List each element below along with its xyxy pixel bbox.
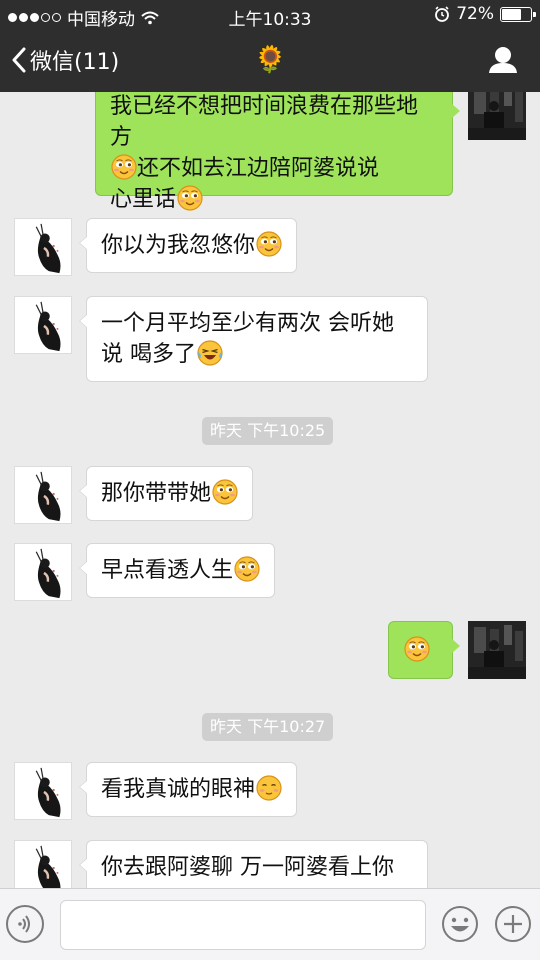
message-text: 说 喝多了	[101, 342, 196, 367]
message-bubble-incoming[interactable]: 那你带带她	[78, 466, 254, 521]
smirk-emoji-icon	[177, 185, 203, 211]
status-bar: 中国移动 上午10:33 72%	[0, 0, 540, 30]
smirk-emoji-icon	[111, 154, 137, 180]
message-bubble-incoming[interactable]: 你去跟阿婆聊 万一阿婆看上你	[79, 840, 428, 888]
back-label: 微信(11)	[30, 50, 120, 75]
contact-avatar[interactable]	[14, 840, 72, 888]
contact-avatar[interactable]	[14, 296, 72, 354]
status-right: 72%	[434, 4, 536, 24]
timestamp: 昨天 下午10:25	[202, 417, 334, 445]
message-text: 那你带带她	[101, 481, 212, 506]
smiley-icon[interactable]	[441, 905, 479, 943]
my-avatar[interactable]	[468, 92, 526, 140]
contact-avatar[interactable]	[14, 762, 72, 820]
battery-icon	[500, 6, 536, 22]
voice-icon	[18, 915, 30, 933]
message-text: 一个月平均至少有两次 会听她	[101, 311, 394, 336]
message-bubble-incoming[interactable]: 早点看透人生	[78, 543, 276, 598]
chevron-left-icon	[12, 47, 26, 73]
my-avatar[interactable]	[468, 621, 526, 679]
contact-avatar[interactable]	[14, 218, 72, 276]
smirk-emoji-icon	[212, 479, 238, 505]
shy-smile-emoji-icon	[256, 775, 282, 801]
smirk-emoji-icon	[404, 636, 430, 662]
chat-area[interactable]: 我已经不想把时间浪费在那些地方 还不如去江边陪阿婆说说 心里话 你以为我忽悠你 …	[0, 92, 540, 888]
voice-button[interactable]	[6, 905, 44, 943]
message-bubble-outgoing[interactable]	[388, 621, 460, 679]
smirk-emoji-icon	[256, 231, 282, 257]
plus-icon[interactable]	[494, 905, 532, 943]
battery-percent: 72%	[456, 4, 494, 24]
message-text: 你去跟阿婆聊 万一阿婆看上你	[101, 855, 394, 880]
message-text: 心里话	[110, 187, 177, 212]
person-icon	[489, 47, 517, 73]
message-bubble-incoming[interactable]: 一个月平均至少有两次 会听她 说 喝多了	[79, 296, 428, 382]
message-text: 你以为我忽悠你	[101, 233, 256, 258]
message-text: 我已经不想把时间浪费在那些地方	[110, 94, 419, 150]
message-text: 看我真诚的眼神	[101, 777, 256, 802]
chat-title-emoji: 🌻	[254, 45, 287, 75]
message-text: 还不如去江边陪阿婆说说	[137, 156, 380, 181]
back-button[interactable]: 微信(11)	[12, 44, 119, 76]
message-input[interactable]	[60, 900, 426, 950]
message-text: 早点看透人生	[101, 558, 234, 583]
laughing-crying-emoji-icon	[197, 340, 223, 366]
input-bar	[0, 888, 540, 960]
alarm-icon	[435, 6, 450, 22]
message-bubble-incoming[interactable]: 看我真诚的眼神	[78, 762, 298, 817]
timestamp: 昨天 下午10:27	[202, 713, 334, 741]
nav-bar: 微信(11) 🌻	[0, 30, 540, 92]
contact-avatar[interactable]	[14, 543, 72, 601]
message-bubble-incoming[interactable]: 你以为我忽悠你	[78, 218, 298, 273]
contact-avatar[interactable]	[14, 466, 72, 524]
smirk-emoji-icon	[234, 556, 260, 582]
message-bubble-outgoing[interactable]: 我已经不想把时间浪费在那些地方 还不如去江边陪阿婆说说 心里话	[95, 92, 460, 212]
profile-button[interactable]	[488, 46, 518, 78]
